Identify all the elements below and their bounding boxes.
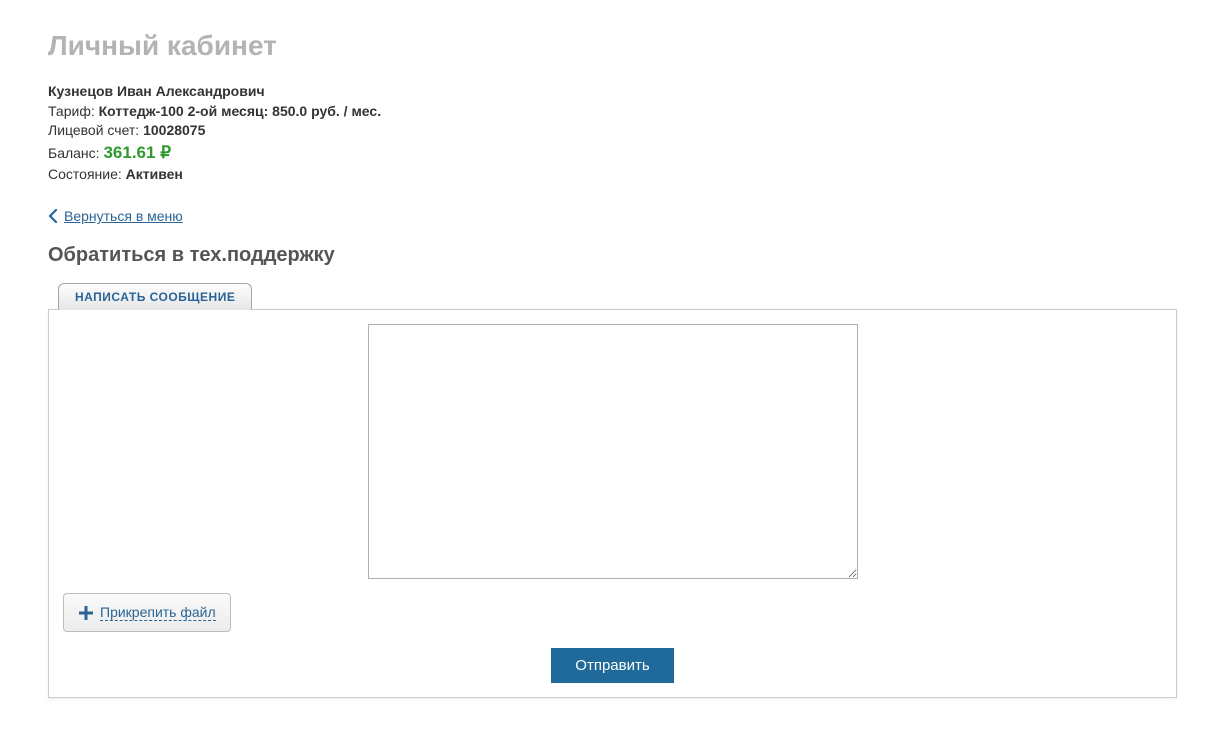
attach-file-button[interactable]: Прикрепить файл — [63, 593, 231, 632]
support-title: Обратиться в тех.поддержку — [48, 244, 1177, 267]
balance-label: Баланс: — [48, 145, 103, 161]
tariff-label: Тариф: — [48, 103, 99, 119]
account-status: Состояние: Активен — [48, 165, 1177, 185]
plus-icon — [78, 605, 94, 621]
submit-button[interactable]: Отправить — [551, 648, 673, 683]
account-name: Кузнецов Иван Александрович — [48, 82, 1177, 102]
balance-value: 361.61 ₽ — [103, 143, 171, 162]
back-to-menu-link[interactable]: Вернуться в меню — [48, 208, 183, 224]
status-label: Состояние: — [48, 166, 126, 182]
support-panel: Прикрепить файл Отправить — [48, 309, 1177, 698]
account-balance: Баланс: 361.61 ₽ — [48, 141, 1177, 165]
message-textarea[interactable] — [368, 324, 858, 579]
ruble-icon: ₽ — [160, 143, 171, 162]
tab-write-message[interactable]: НАПИСАТЬ СООБЩЕНИЕ — [58, 283, 252, 310]
back-link-label: Вернуться в меню — [64, 208, 183, 224]
account-tariff: Тариф: Коттедж-100 2-ой месяц: 850.0 руб… — [48, 102, 1177, 122]
tariff-value: Коттедж-100 2-ой месяц: 850.0 руб. / мес… — [99, 103, 381, 119]
page-title: Личный кабинет — [48, 30, 1177, 62]
account-number: Лицевой счет: 10028075 — [48, 121, 1177, 141]
chevron-left-icon — [48, 209, 58, 223]
account-number-label: Лицевой счет: — [48, 122, 143, 138]
attach-file-label: Прикрепить файл — [100, 604, 216, 621]
status-value: Активен — [126, 166, 183, 182]
account-number-value: 10028075 — [143, 122, 205, 138]
account-info: Кузнецов Иван Александрович Тариф: Котте… — [48, 82, 1177, 184]
